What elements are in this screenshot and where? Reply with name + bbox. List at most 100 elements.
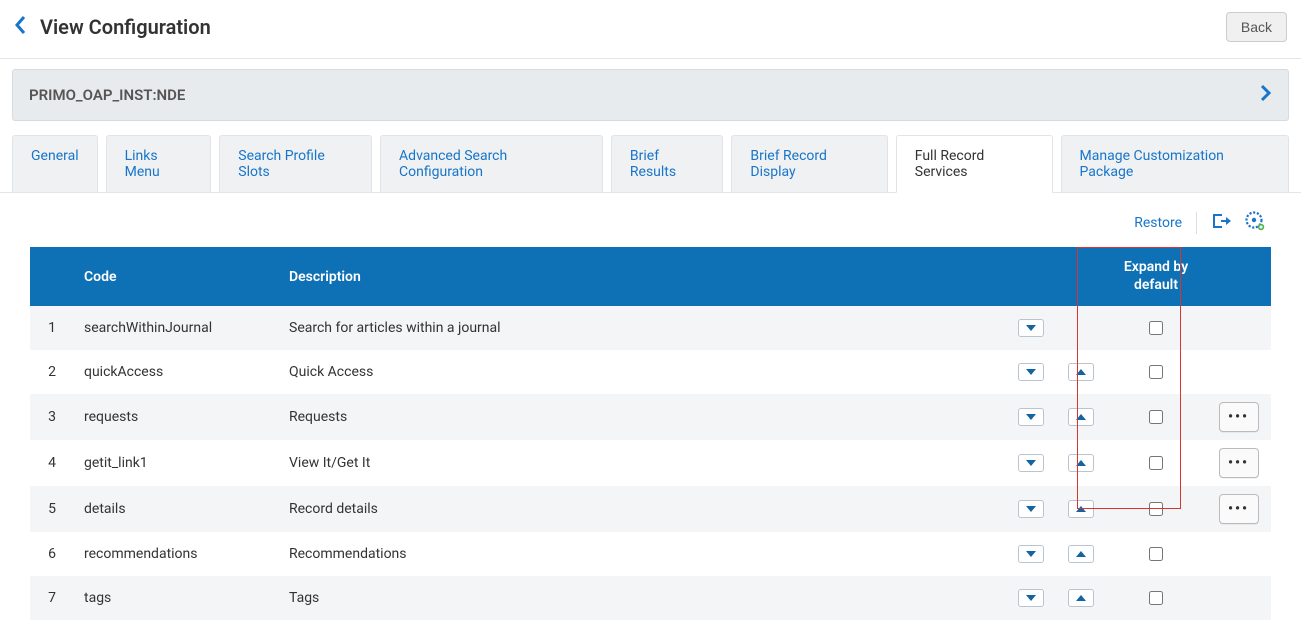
row-move-up-cell <box>1056 440 1106 486</box>
more-actions-button[interactable]: ••• <box>1219 448 1259 478</box>
row-move-down-cell <box>1006 532 1056 576</box>
tab-brief-results[interactable]: Brief Results <box>611 135 724 192</box>
row-number: 7 <box>30 576 74 620</box>
expand-checkbox[interactable] <box>1149 547 1163 561</box>
row-move-up-cell <box>1056 306 1106 350</box>
row-code: details <box>74 486 279 532</box>
row-expand-cell <box>1106 350 1206 394</box>
back-button[interactable]: Back <box>1226 12 1287 42</box>
row-move-up-cell <box>1056 394 1106 440</box>
expand-checkbox[interactable] <box>1149 591 1163 605</box>
move-down-button[interactable] <box>1018 408 1044 426</box>
expand-checkbox[interactable] <box>1149 321 1163 335</box>
row-description: Record details <box>279 486 1006 532</box>
chevron-right-icon[interactable] <box>1260 84 1272 106</box>
move-down-button[interactable] <box>1018 319 1044 337</box>
row-description: Search for articles within a journal <box>279 306 1006 350</box>
more-actions-button[interactable]: ••• <box>1219 494 1259 524</box>
move-up-button[interactable] <box>1068 589 1094 607</box>
move-down-button[interactable] <box>1018 454 1044 472</box>
row-actions-cell: ••• <box>1206 486 1271 532</box>
move-up-button[interactable] <box>1068 454 1094 472</box>
expand-checkbox[interactable] <box>1149 410 1163 424</box>
th-number <box>30 247 74 306</box>
move-down-button[interactable] <box>1018 589 1044 607</box>
th-expand-default[interactable]: Expand by default <box>1106 247 1206 306</box>
row-actions-cell: ••• <box>1206 394 1271 440</box>
settings-gear-icon[interactable] <box>1245 211 1265 235</box>
row-move-down-cell <box>1006 306 1056 350</box>
page-title: View Configuration <box>40 15 211 39</box>
table-row: 3requestsRequests ••• <box>30 394 1271 440</box>
table-wrap: Code Description Expand by default 1sear… <box>0 247 1301 620</box>
row-number: 3 <box>30 394 74 440</box>
tabs: General Links Menu Search Profile Slots … <box>0 121 1301 193</box>
row-code: requests <box>74 394 279 440</box>
row-description: View It/Get It <box>279 440 1006 486</box>
more-actions-button[interactable]: ••• <box>1219 402 1259 432</box>
back-chevron-icon[interactable] <box>14 15 28 39</box>
row-move-up-cell <box>1056 350 1106 394</box>
expand-checkbox[interactable] <box>1149 365 1163 379</box>
expand-checkbox[interactable] <box>1149 502 1163 516</box>
th-code[interactable]: Code <box>74 247 279 306</box>
move-up-button[interactable] <box>1068 363 1094 381</box>
move-down-button[interactable] <box>1018 545 1044 563</box>
table-row: 5detailsRecord details ••• <box>30 486 1271 532</box>
tab-search-profile-slots[interactable]: Search Profile Slots <box>219 135 372 192</box>
services-table: Code Description Expand by default 1sear… <box>30 247 1271 620</box>
table-row: 4getit_link1View It/Get It••• <box>30 440 1271 486</box>
move-down-button[interactable] <box>1018 363 1044 381</box>
row-description: Recommendations <box>279 532 1006 576</box>
row-number: 2 <box>30 350 74 394</box>
row-move-down-cell <box>1006 486 1056 532</box>
header-bar: View Configuration Back <box>0 0 1301 59</box>
row-number: 6 <box>30 532 74 576</box>
row-code: tags <box>74 576 279 620</box>
move-up-button[interactable] <box>1068 500 1094 518</box>
tab-general[interactable]: General <box>12 135 98 192</box>
row-number: 5 <box>30 486 74 532</box>
row-expand-cell <box>1106 576 1206 620</box>
th-actions <box>1206 247 1271 306</box>
row-description: Requests <box>279 394 1006 440</box>
row-actions-cell <box>1206 350 1271 394</box>
expand-checkbox[interactable] <box>1149 456 1163 470</box>
row-move-down-cell <box>1006 394 1056 440</box>
row-move-up-cell <box>1056 576 1106 620</box>
toolbar-divider <box>1196 212 1197 234</box>
tab-links-menu[interactable]: Links Menu <box>106 135 212 192</box>
toolbar: Restore <box>0 193 1301 247</box>
tab-brief-record-display[interactable]: Brief Record Display <box>731 135 887 192</box>
tab-advanced-search[interactable]: Advanced Search Configuration <box>380 135 603 192</box>
table-row: 7tagsTags <box>30 576 1271 620</box>
row-move-down-cell <box>1006 350 1056 394</box>
row-code: getit_link1 <box>74 440 279 486</box>
row-number: 1 <box>30 306 74 350</box>
row-actions-cell <box>1206 532 1271 576</box>
row-expand-cell <box>1106 440 1206 486</box>
restore-link[interactable]: Restore <box>1134 215 1182 231</box>
row-actions-cell <box>1206 306 1271 350</box>
instance-banner[interactable]: PRIMO_OAP_INST:NDE <box>12 69 1289 121</box>
row-expand-cell <box>1106 306 1206 350</box>
row-code: searchWithinJournal <box>74 306 279 350</box>
tab-manage-customization[interactable]: Manage Customization Package <box>1061 135 1289 192</box>
move-down-button[interactable] <box>1018 500 1044 518</box>
move-up-button[interactable] <box>1068 545 1094 563</box>
table-row: 6recommendationsRecommendations <box>30 532 1271 576</box>
row-description: Quick Access <box>279 350 1006 394</box>
row-move-down-cell <box>1006 576 1056 620</box>
row-move-down-cell <box>1006 440 1056 486</box>
move-up-button[interactable] <box>1068 408 1094 426</box>
th-move-down <box>1006 247 1056 306</box>
row-move-up-cell <box>1056 486 1106 532</box>
export-icon[interactable] <box>1211 212 1231 234</box>
header-left: View Configuration <box>14 15 211 39</box>
table-row: 2quickAccessQuick Access <box>30 350 1271 394</box>
th-description[interactable]: Description <box>279 247 1006 306</box>
table-header-row: Code Description Expand by default <box>30 247 1271 306</box>
tab-full-record-services[interactable]: Full Record Services <box>896 135 1053 193</box>
row-move-up-cell <box>1056 532 1106 576</box>
row-expand-cell <box>1106 532 1206 576</box>
